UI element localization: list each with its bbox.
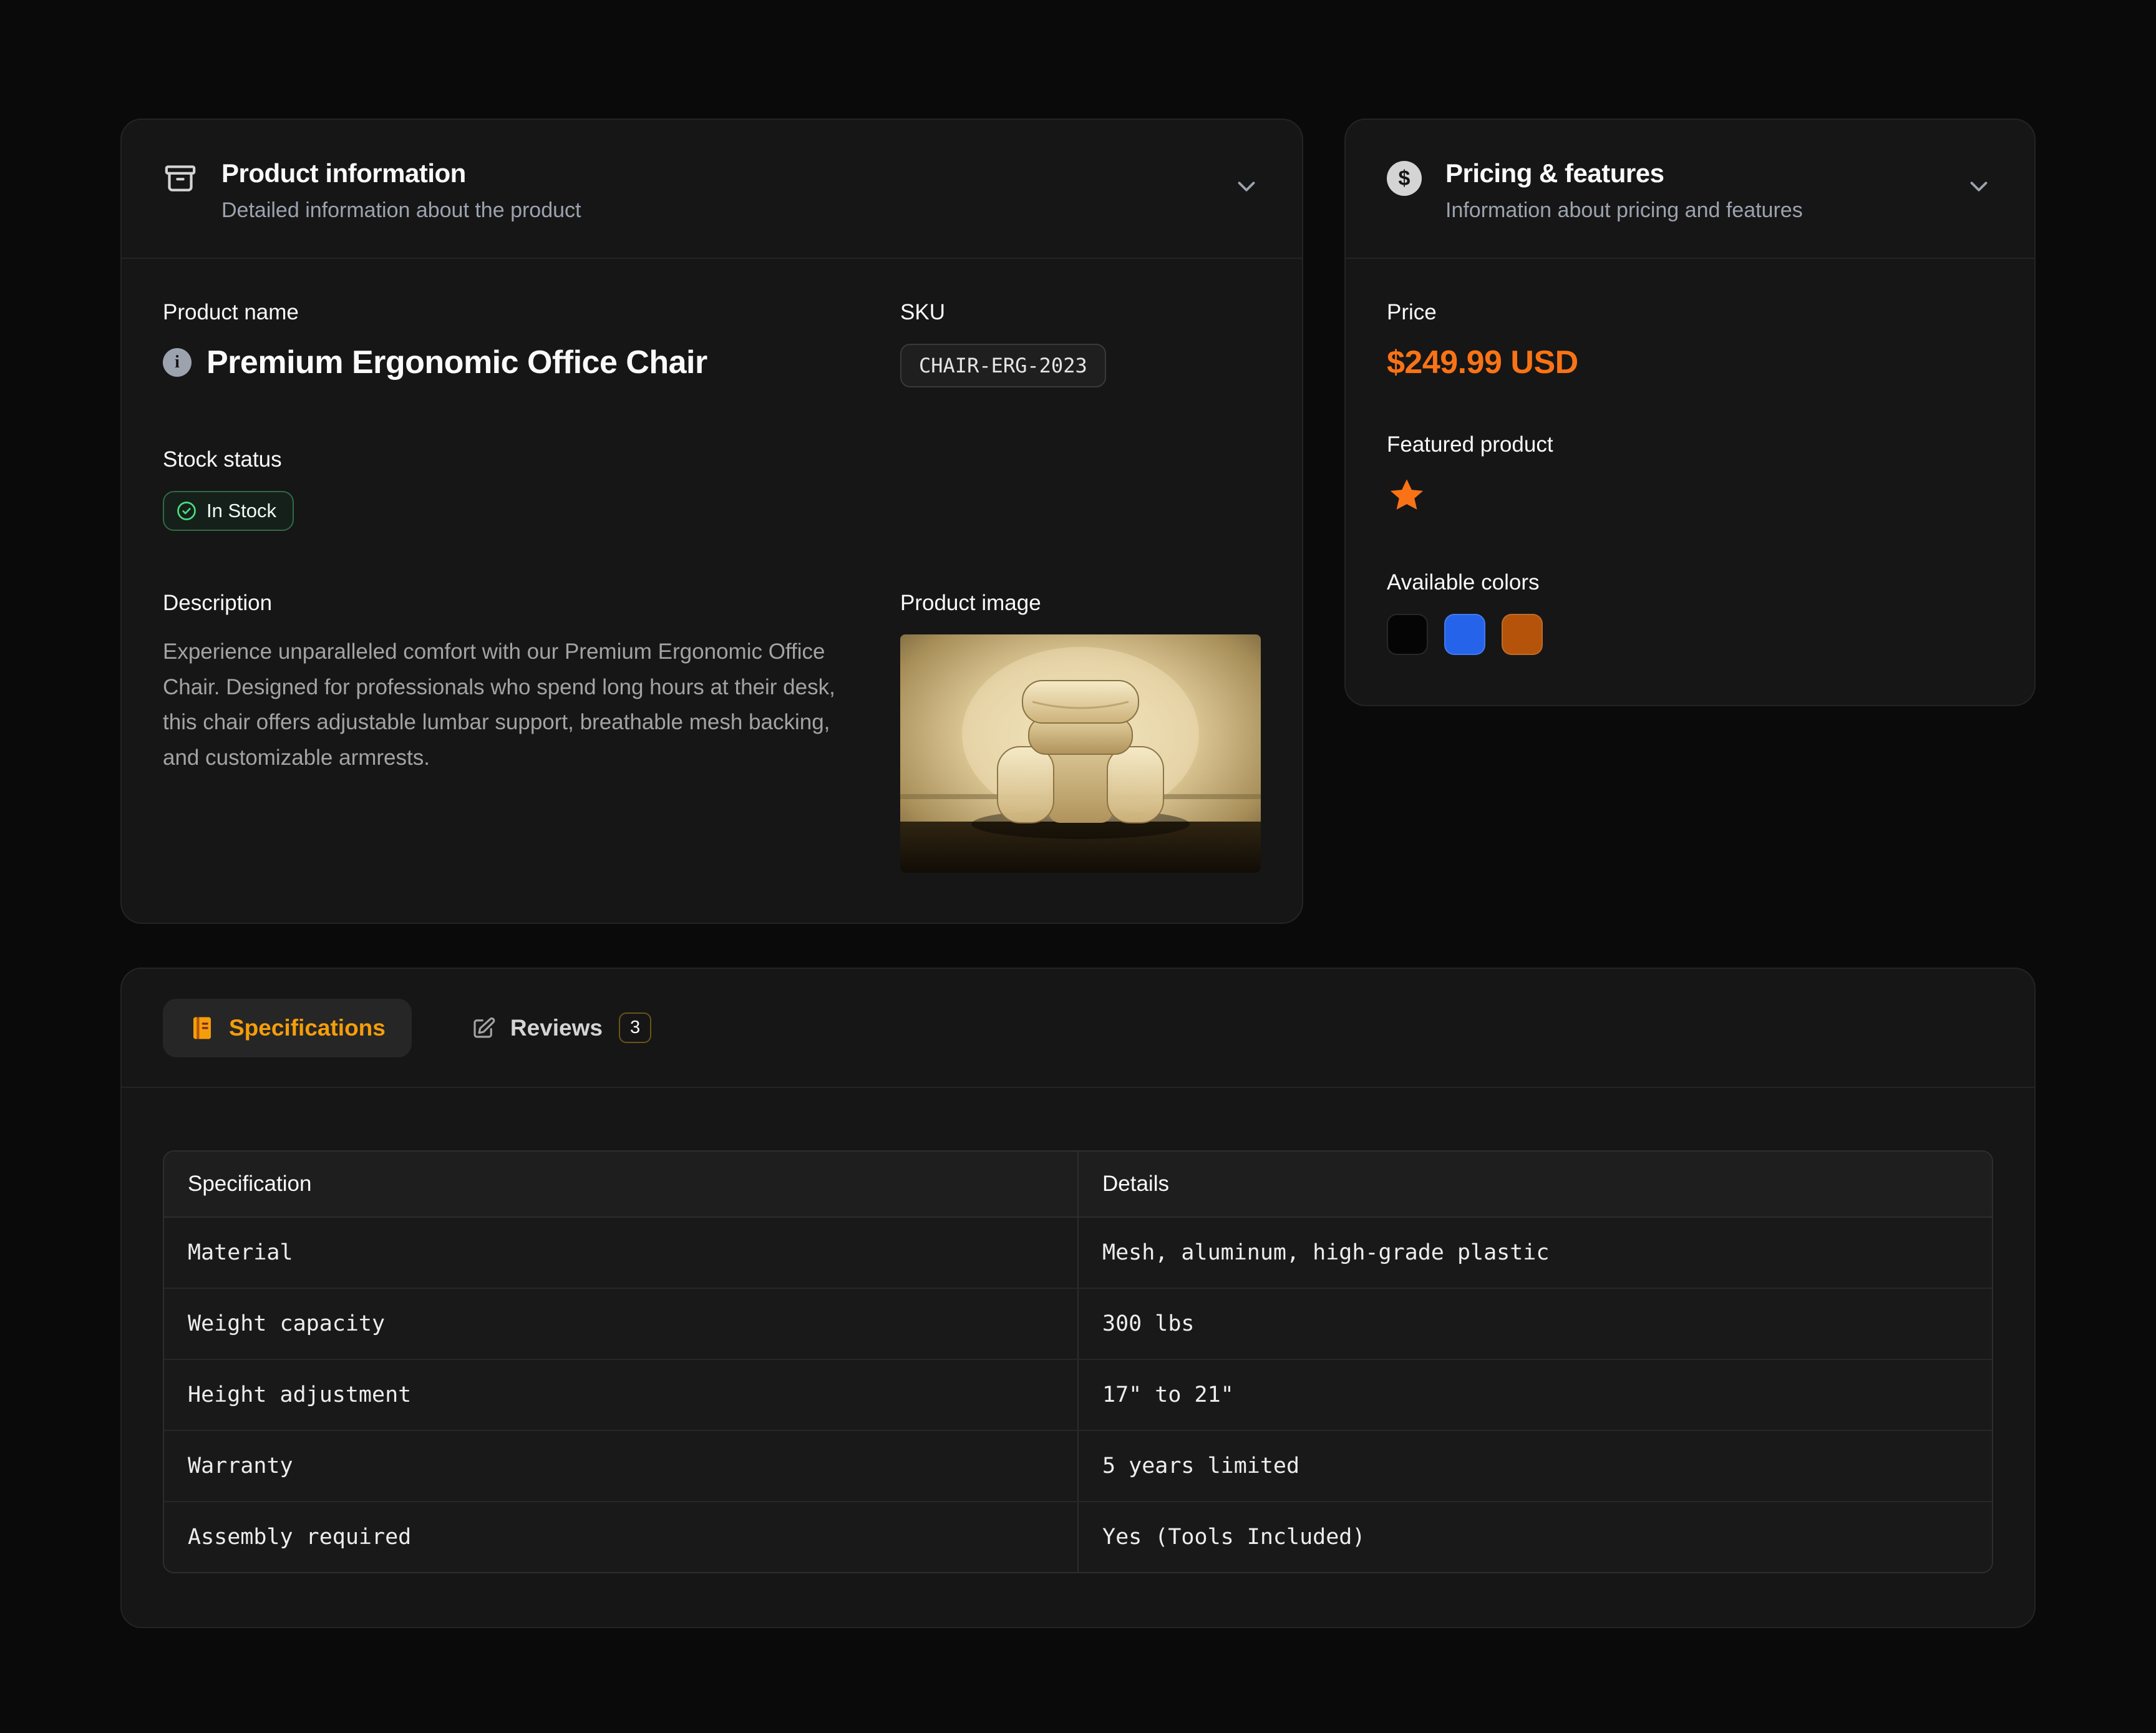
info-icon[interactable]: i: [163, 348, 192, 377]
pricing-header: $ Pricing & features Information about p…: [1346, 120, 2034, 259]
sku-label: SKU: [900, 300, 1261, 325]
price-group: Price $249.99 USD: [1387, 300, 1993, 381]
details-card: Specifications Reviews 3 Specification D…: [120, 968, 2036, 1628]
tab-specifications-label: Specifications: [229, 1015, 386, 1041]
product-name-value: Premium Ergonomic Office Chair: [206, 344, 707, 381]
tabs-row: Specifications Reviews 3: [122, 969, 2034, 1088]
color-swatch-blue[interactable]: [1444, 614, 1485, 655]
tab-reviews[interactable]: Reviews 3: [444, 996, 677, 1059]
color-swatch-orange[interactable]: [1502, 614, 1543, 655]
stock-status-badge: In Stock: [163, 491, 294, 531]
top-row: Product information Detailed information…: [120, 119, 2036, 924]
colors-label: Available colors: [1387, 570, 1993, 595]
table-row: Height adjustment 17" to 21": [164, 1359, 1992, 1430]
product-info-body: Product name i Premium Ergonomic Office …: [122, 259, 1302, 923]
featured-group: Featured product: [1387, 432, 1993, 519]
spec-cell: Height adjustment: [164, 1359, 1078, 1430]
details-cell: 5 years limited: [1078, 1430, 1992, 1502]
table-row: Material Mesh, aluminum, high-grade plas…: [164, 1217, 1992, 1288]
page: { "theme": { "accent_orange": "#f97316",…: [0, 0, 2156, 1733]
color-swatches: [1387, 614, 1993, 655]
product-image-label: Product image: [900, 591, 1261, 616]
stock-status-label: Stock status: [163, 447, 873, 472]
chevron-down-icon[interactable]: [1232, 172, 1261, 201]
spec-table-area: Specification Details Material Mesh, alu…: [122, 1088, 2034, 1627]
spec-table: Specification Details Material Mesh, alu…: [164, 1152, 1992, 1572]
product-info-header-text: Product information Detailed information…: [221, 158, 581, 223]
featured-label: Featured product: [1387, 432, 1993, 457]
pricing-header-text: Pricing & features Information about pri…: [1445, 158, 1803, 223]
price-value: $249.99 USD: [1387, 344, 1993, 381]
notebook-icon: [189, 1015, 215, 1041]
pricing-card: $ Pricing & features Information about p…: [1344, 119, 2036, 706]
stock-status-text: In Stock: [206, 500, 276, 522]
pencil-icon: [470, 1015, 497, 1041]
product-info-card: Product information Detailed information…: [120, 119, 1303, 924]
product-image-field: Product image: [900, 591, 1261, 873]
product-name-label: Product name: [163, 300, 873, 325]
star-icon[interactable]: [1387, 476, 1427, 516]
card-title: Product information: [221, 158, 581, 188]
table-row: Assembly required Yes (Tools Included): [164, 1502, 1992, 1572]
spec-cell: Weight capacity: [164, 1288, 1078, 1359]
chevron-down-icon[interactable]: [1964, 172, 1993, 201]
tab-reviews-label: Reviews: [510, 1015, 603, 1041]
column-header-details: Details: [1078, 1152, 1992, 1217]
spec-cell: Material: [164, 1217, 1078, 1288]
column-header-specification: Specification: [164, 1152, 1078, 1217]
details-cell: Mesh, aluminum, high-grade plastic: [1078, 1217, 1992, 1288]
description-label: Description: [163, 591, 873, 616]
description-field: Description Experience unparalleled comf…: [163, 591, 873, 873]
reviews-count-badge: 3: [619, 1012, 651, 1043]
pricing-body: Price $249.99 USD Featured product Avail…: [1346, 259, 2034, 705]
product-info-header: Product information Detailed information…: [122, 120, 1302, 259]
product-image: [900, 634, 1261, 873]
details-cell: 17" to 21": [1078, 1359, 1992, 1430]
spec-table-wrap: Specification Details Material Mesh, alu…: [163, 1150, 1993, 1573]
product-name-field: Product name i Premium Ergonomic Office …: [163, 300, 873, 387]
card-subtitle: Information about pricing and features: [1445, 198, 1803, 223]
price-label: Price: [1387, 300, 1993, 325]
table-header-row: Specification Details: [164, 1152, 1992, 1217]
sku-value: CHAIR-ERG-2023: [900, 344, 1106, 387]
spec-cell: Assembly required: [164, 1502, 1078, 1572]
sku-field: SKU CHAIR-ERG-2023: [900, 300, 1261, 387]
colors-group: Available colors: [1387, 570, 1993, 655]
spec-cell: Warranty: [164, 1430, 1078, 1502]
tab-specifications[interactable]: Specifications: [163, 999, 412, 1057]
details-cell: 300 lbs: [1078, 1288, 1992, 1359]
check-circle-icon: [175, 500, 198, 522]
stock-status-field: Stock status In Stock: [163, 447, 873, 531]
product-name-row: i Premium Ergonomic Office Chair: [163, 344, 873, 381]
dollar-circle-icon: $: [1387, 161, 1422, 196]
grid-spacer: [900, 447, 1261, 531]
archive-box-icon: [163, 161, 198, 196]
description-text: Experience unparalleled comfort with our…: [163, 634, 868, 776]
details-cell: Yes (Tools Included): [1078, 1502, 1992, 1572]
table-row: Weight capacity 300 lbs: [164, 1288, 1992, 1359]
table-row: Warranty 5 years limited: [164, 1430, 1992, 1502]
color-swatch-black[interactable]: [1387, 614, 1428, 655]
card-subtitle: Detailed information about the product: [221, 198, 581, 223]
content-area: Product information Detailed information…: [0, 0, 2156, 1628]
card-title: Pricing & features: [1445, 158, 1803, 188]
